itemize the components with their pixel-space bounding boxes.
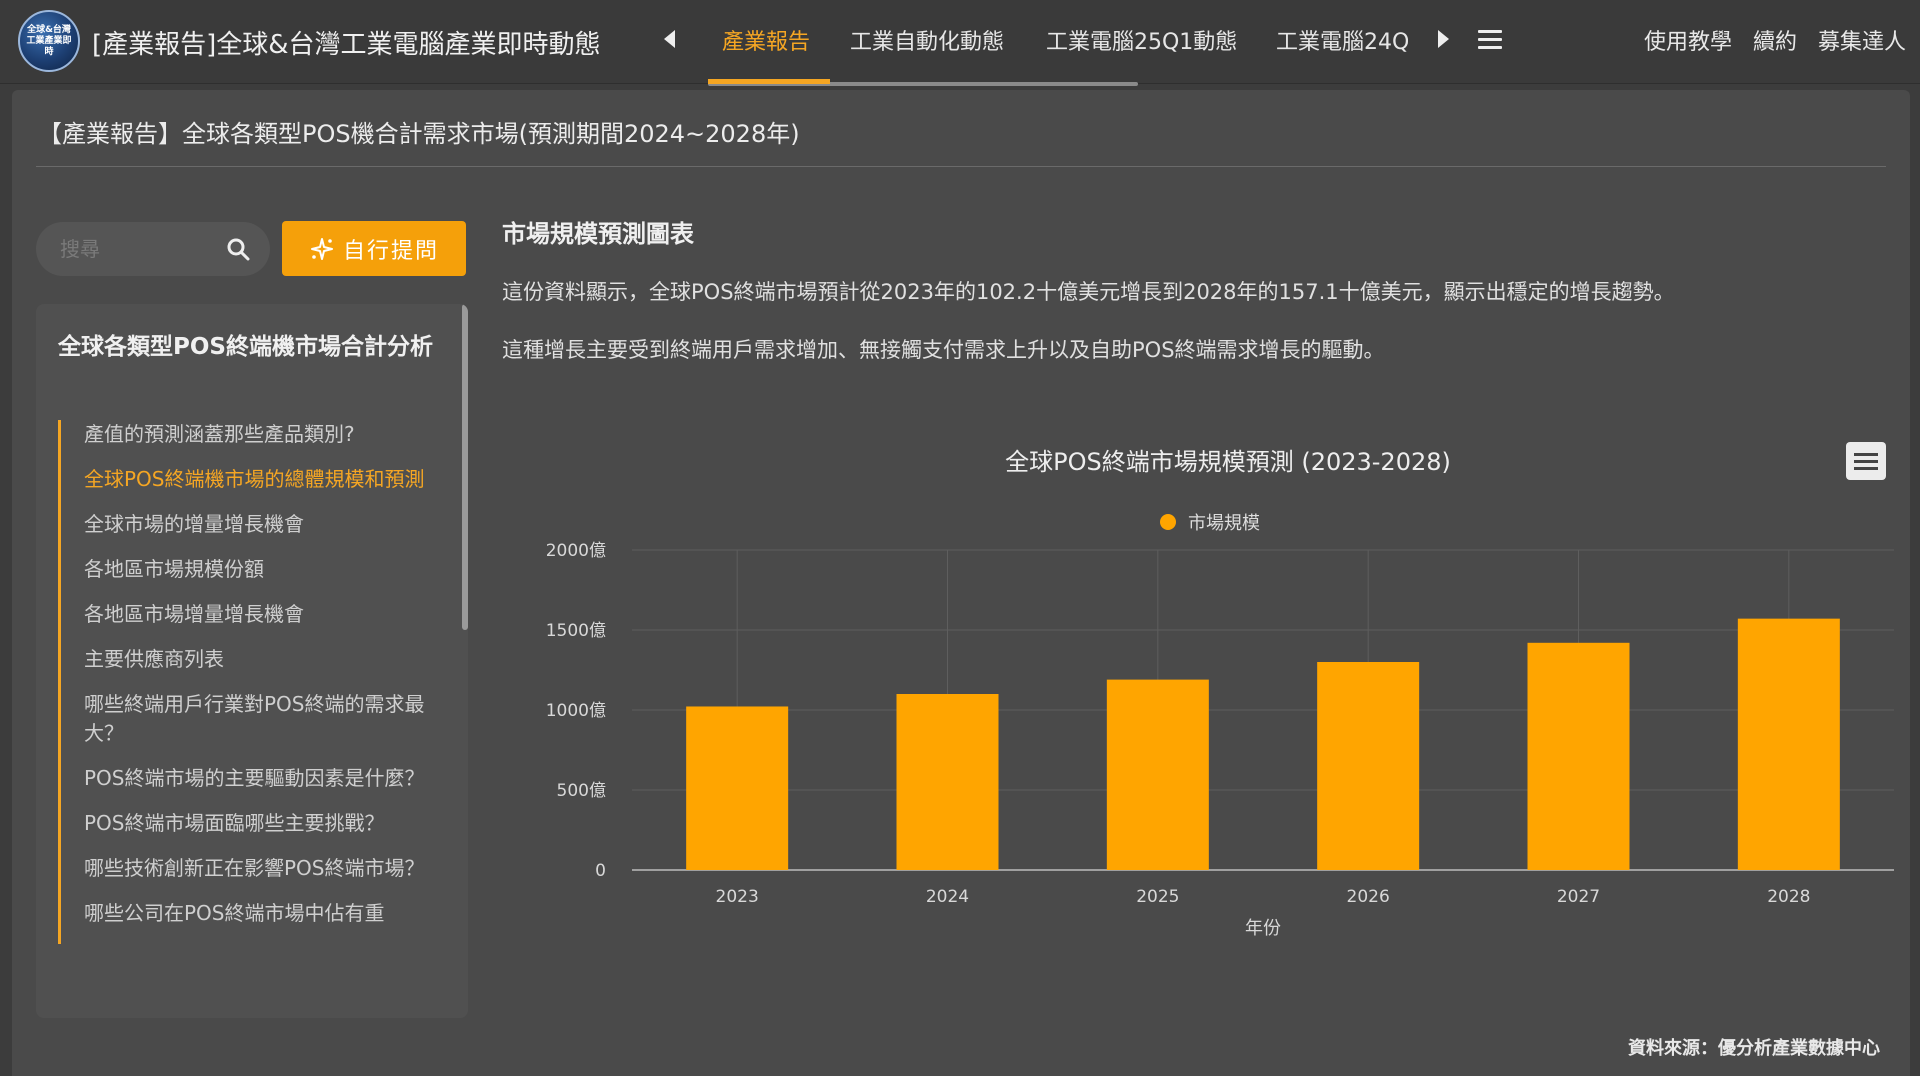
- legend-marker: [1160, 514, 1176, 530]
- bar-2028: [1737, 618, 1840, 870]
- section-title: 市場規模預測圖表: [502, 220, 694, 248]
- tab-industrial-automation[interactable]: 工業自動化動態: [850, 24, 1004, 56]
- y-tick-label: 2000億: [546, 541, 606, 561]
- y-tick-label: 1000億: [546, 701, 606, 721]
- tab-ipc-24q[interactable]: 工業電腦24Q: [1276, 24, 1408, 56]
- summary-paragraph-1: 這份資料顯示，全球POS終端市場預計從2023年的102.2十億美元增長到202…: [502, 280, 1675, 304]
- tabs-scroll-left-button[interactable]: [656, 26, 682, 52]
- tabs-scroll-right-button[interactable]: [1430, 26, 1456, 52]
- data-source: 資料來源：優分析產業數據中心: [1628, 1038, 1880, 1059]
- toc-item[interactable]: POS終端市場的主要驅動因素是什麼？: [61, 764, 448, 793]
- menu-icon[interactable]: [1478, 30, 1502, 50]
- chart-title: 全球POS終端市場規模預測 (2023-2028): [1005, 448, 1451, 476]
- bar-2026: [1317, 662, 1420, 870]
- toc-item[interactable]: 各地區市場規模份額: [61, 555, 448, 584]
- top-links: 使用教學 續約 募集達人: [1630, 24, 1906, 56]
- y-tick-label: 0: [595, 861, 606, 881]
- tutorial-link[interactable]: 使用教學: [1644, 30, 1732, 55]
- ask-button-label: 自行提問: [342, 238, 439, 264]
- top-bar: 全球&台灣工業產業即時 [產業報告]全球&台灣工業電腦產業即時動態 產業報告 工…: [0, 0, 1920, 86]
- tab-industry-report[interactable]: 產業報告: [722, 24, 810, 56]
- table-of-contents: 全球各類型POS終端機市場合計分析 產值的預測涵蓋那些產品類別? 全球POS終端機…: [36, 304, 468, 1018]
- toc-scrollbar[interactable]: [462, 304, 468, 630]
- search-box: [36, 222, 270, 276]
- x-tick-label: 2025: [1136, 887, 1179, 907]
- bar-2024: [896, 694, 999, 870]
- bar-2025: [1106, 679, 1209, 870]
- tab-strip: 產業報告 工業自動化動態 工業電腦25Q1動態 工業電腦24Q: [708, 0, 1408, 84]
- page-title: 【產業報告】全球各類型POS機合計需求市場(預測期間2024~2028年): [38, 120, 800, 148]
- bar-2027: [1527, 642, 1630, 870]
- y-tick-label: 1500億: [546, 621, 606, 641]
- app-logo[interactable]: 全球&台灣工業產業即時: [18, 10, 80, 72]
- toc-item[interactable]: 產值的預測涵蓋那些產品類別?: [61, 420, 448, 449]
- search-icon[interactable]: [226, 237, 250, 261]
- x-tick-label: 2023: [716, 887, 759, 907]
- search-input[interactable]: [58, 234, 208, 264]
- caret-left-icon: [663, 30, 675, 48]
- toc-item[interactable]: 各地區市場增量增長機會: [61, 600, 448, 629]
- renew-link[interactable]: 續約: [1753, 30, 1797, 55]
- x-tick-label: 2028: [1767, 887, 1810, 907]
- toc-item[interactable]: 哪些公司在POS終端市場中佔有重: [61, 899, 448, 928]
- y-tick-label: 500億: [557, 781, 606, 801]
- market-size-chart: 全球POS終端市場規模預測 (2023-2028) 市場規模 0 500億 1000億 1…: [546, 448, 1894, 939]
- tab-ipc-25q1[interactable]: 工業電腦25Q1動態: [1046, 24, 1237, 56]
- x-axis-label: 年份: [1245, 918, 1281, 939]
- recruit-link[interactable]: 募集達人: [1818, 30, 1906, 55]
- ask-question-button[interactable]: 自行提問: [282, 221, 466, 276]
- toc-item[interactable]: 哪些技術創新正在影響POS終端市場？: [61, 854, 448, 883]
- legend-label: 市場規模: [1188, 513, 1260, 534]
- caret-right-icon: [1437, 30, 1449, 48]
- toc-list: 產值的預測涵蓋那些產品類別? 全球POS終端機市場的總體規模和預測 全球市場的增量增…: [58, 420, 448, 944]
- toc-item[interactable]: POS終端市場面臨哪些主要挑戰？: [61, 809, 448, 838]
- summary-paragraph-2: 這種增長主要受到終端用戶需求增加、無接觸支付需求上升以及自助POS終端需求增長的…: [502, 338, 1385, 362]
- app-title: [產業報告]全球&台灣工業電腦產業即時動態: [92, 30, 601, 60]
- toc-item[interactable]: 全球市場的增量增長機會: [61, 510, 448, 539]
- title-divider: [36, 166, 1886, 167]
- main-panel: 【產業報告】全球各類型POS機合計需求市場(預測期間2024~2028年) 自行…: [12, 90, 1910, 1076]
- active-tab-indicator: [708, 79, 830, 84]
- toc-item[interactable]: 主要供應商列表: [61, 645, 448, 674]
- x-tick-label: 2027: [1557, 887, 1600, 907]
- bar-2023: [686, 706, 789, 870]
- toc-item[interactable]: 全球POS終端機市場的總體規模和預測: [61, 465, 448, 494]
- x-tick-label: 2026: [1347, 887, 1390, 907]
- toc-item[interactable]: 哪些終端用戶行業對POS終端的需求最大？: [61, 690, 448, 748]
- logo-text: 全球&台灣工業產業即時: [26, 24, 72, 57]
- sparkle-icon: [310, 237, 333, 260]
- x-tick-label: 2024: [926, 887, 969, 907]
- toc-title: 全球各類型POS終端機市場合計分析: [58, 334, 433, 360]
